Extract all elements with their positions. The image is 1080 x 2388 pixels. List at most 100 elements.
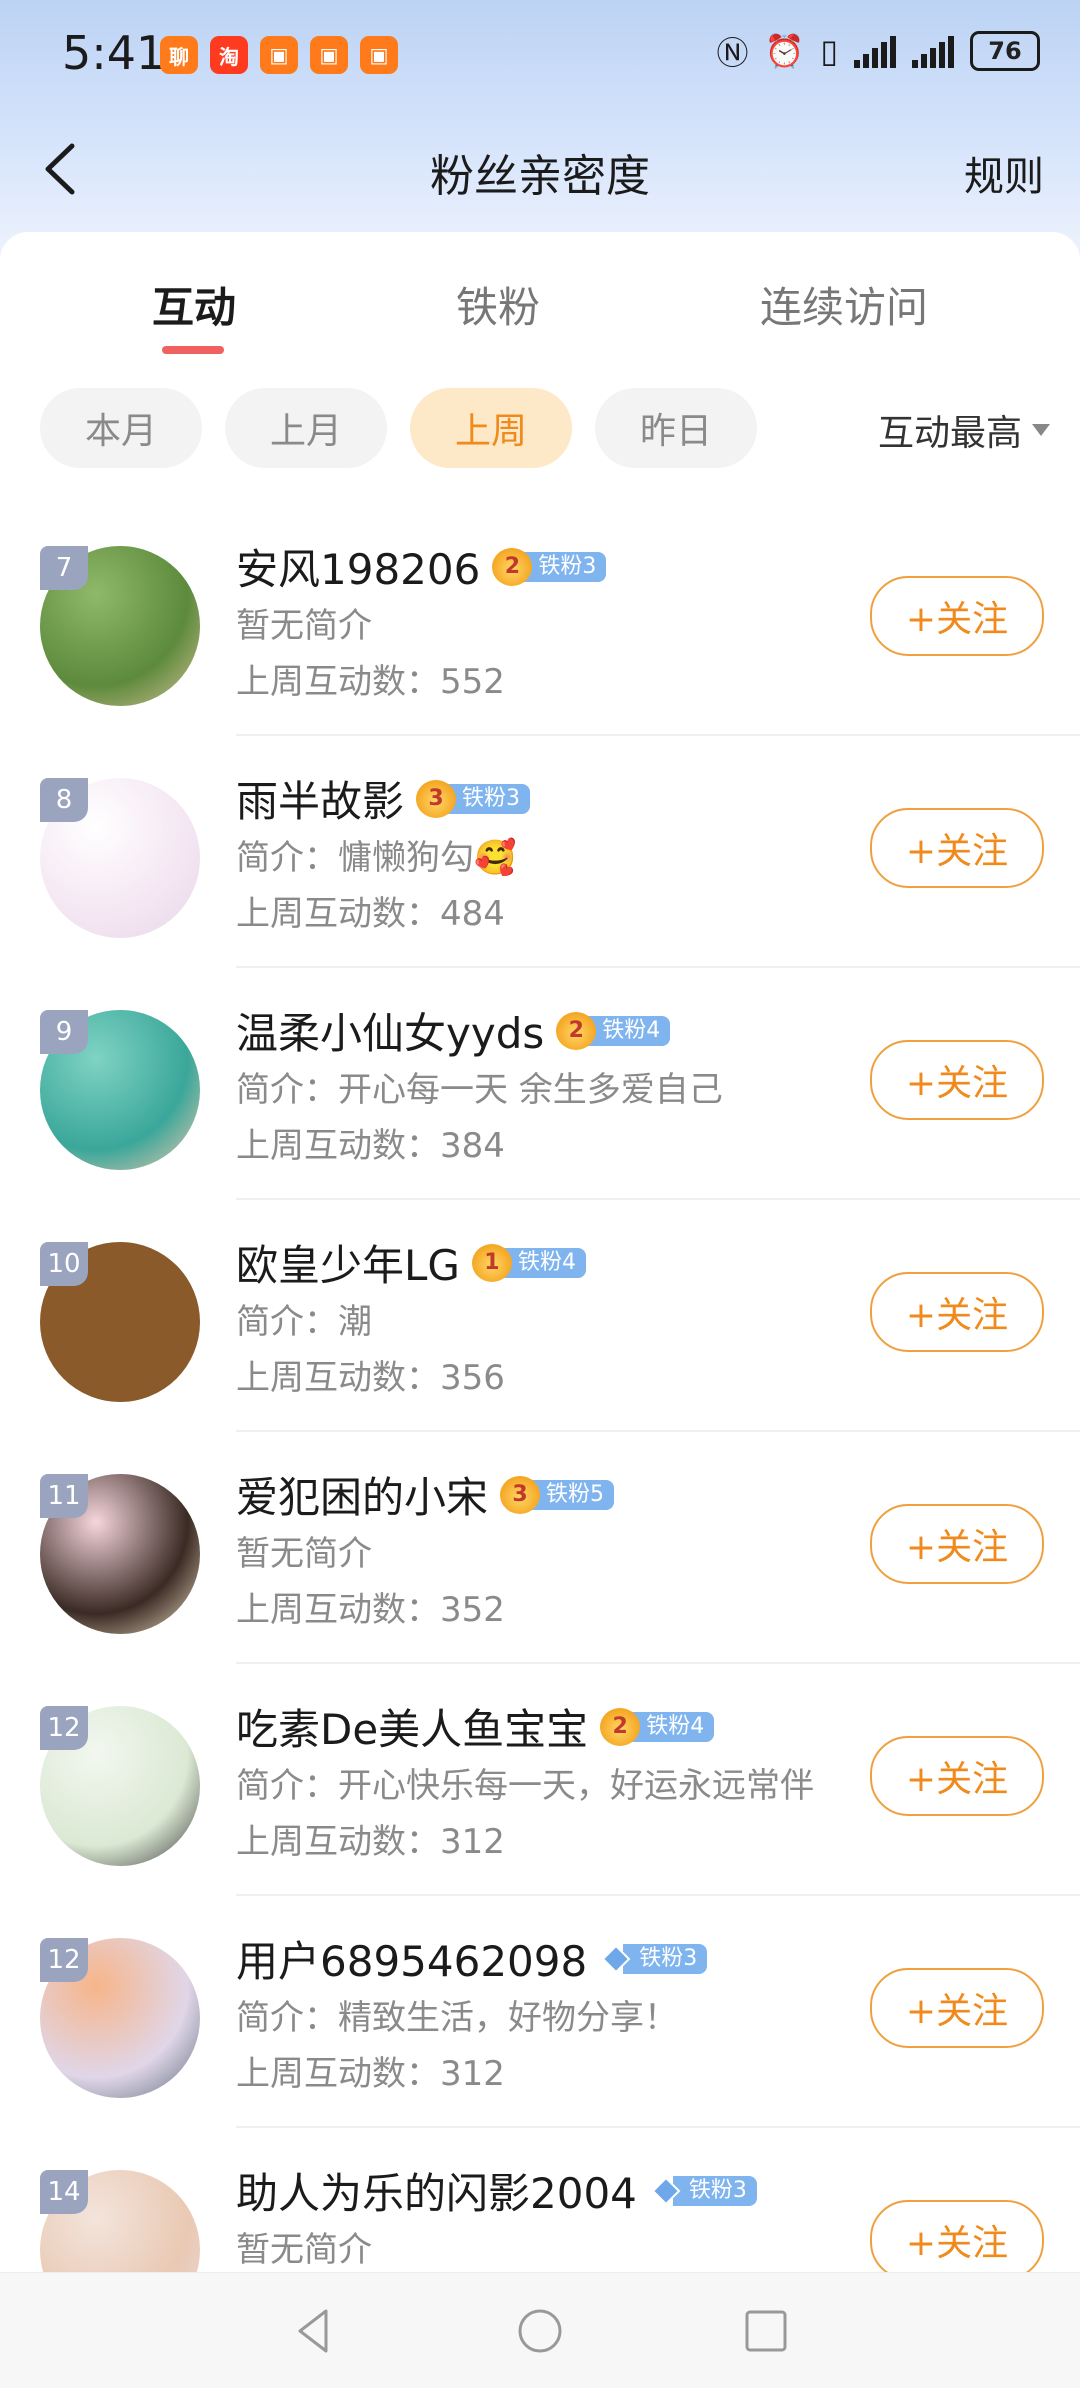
fan-bio: 简介：精致生活，好物分享！ xyxy=(236,1998,678,2038)
interaction-count: 上周互动数：312 xyxy=(236,2054,505,2094)
iron-fan-badge: 铁粉3 xyxy=(599,1940,708,1978)
fan-bio: 简介：开心每一天 余生多爱自己 xyxy=(236,1070,723,1110)
iron-fan-badge: 3 铁粉5 xyxy=(500,1475,615,1514)
follow-button[interactable]: +关注 xyxy=(870,1736,1044,1816)
badge-label: 铁粉3 xyxy=(623,1943,708,1974)
fan-bio: 简介：潮 xyxy=(236,1302,372,1342)
diamond-icon xyxy=(599,1942,633,1976)
crown-icon: 2 xyxy=(556,1011,597,1050)
badge-label: 铁粉4 xyxy=(630,1711,715,1742)
fan-row[interactable]: 11 爱犯困的小宋 3 铁粉5 暂无简介 上周互动数：352 +关注 xyxy=(40,1432,1080,1664)
tab-bar: 互动 铁粉 连续访问 xyxy=(0,232,1080,362)
tab-indicator xyxy=(162,346,224,354)
interaction-count: 上周互动数：312 xyxy=(236,1822,505,1862)
fan-name[interactable]: 安风198206 xyxy=(236,536,480,597)
fan-name-line: 欧皇少年LG 1 铁粉4 xyxy=(236,1232,586,1293)
status-time: 5:41 xyxy=(62,26,166,80)
crown-icon: 3 xyxy=(500,1475,541,1514)
back-triangle-icon[interactable] xyxy=(286,2303,342,2359)
rank-badge: 14 xyxy=(40,2170,88,2214)
fan-row[interactable]: 9 温柔小仙女yyds 2 铁粉4 简介：开心每一天 余生多爱自己 上周互动数：… xyxy=(40,968,1080,1200)
interaction-count: 上周互动数：552 xyxy=(236,662,505,702)
red-packet-icon: ▣ xyxy=(360,36,398,74)
fan-list: 7 安风198206 2 铁粉3 暂无简介 上周互动数：552 +关注 8 雨半… xyxy=(0,504,1080,2360)
page-title: 粉丝亲密度 xyxy=(430,151,650,202)
fan-name-line: 安风198206 2 铁粉3 xyxy=(236,536,607,597)
fan-row[interactable]: 7 安风198206 2 铁粉3 暂无简介 上周互动数：552 +关注 xyxy=(40,504,1080,736)
fan-row[interactable]: 8 雨半故影 3 铁粉3 简介：慵懒狗勾🥰 上周互动数：484 +关注 xyxy=(40,736,1080,968)
chat-app-icon: 聊 xyxy=(160,36,198,74)
iron-fan-badge: 2 铁粉4 xyxy=(600,1707,715,1746)
follow-button[interactable]: +关注 xyxy=(870,1040,1044,1120)
alarm-icon: ⏰ xyxy=(764,32,805,70)
rank-badge: 9 xyxy=(40,1010,88,1054)
fan-name-line: 助人为乐的闪影2004 铁粉3 xyxy=(236,2160,757,2221)
filter-this-month[interactable]: 本月 xyxy=(40,388,202,468)
sort-dropdown[interactable]: 互动最高 xyxy=(878,404,1050,456)
fan-name[interactable]: 用户6895462098 xyxy=(236,1928,587,1989)
fan-name[interactable]: 爱犯困的小宋 xyxy=(236,1464,488,1525)
notification-icons: 聊 淘 ▣ ▣ ▣ xyxy=(160,36,398,74)
fan-row[interactable]: 10 欧皇少年LG 1 铁粉4 简介：潮 上周互动数：356 +关注 xyxy=(40,1200,1080,1432)
time-filter-bar: 本月 上月 上周 昨日 互动最高 xyxy=(40,388,1050,472)
badge-label: 铁粉3 xyxy=(672,2175,757,2206)
signal-icon xyxy=(854,34,896,68)
follow-button[interactable]: +关注 xyxy=(870,1968,1044,2048)
badge-label: 铁粉4 xyxy=(586,1015,671,1046)
filter-last-week[interactable]: 上周 xyxy=(410,388,572,468)
rank-badge: 8 xyxy=(40,778,88,822)
fan-bio: 暂无简介 xyxy=(236,1534,372,1574)
follow-button[interactable]: +关注 xyxy=(870,1504,1044,1584)
crown-icon: 3 xyxy=(416,779,457,818)
iron-fan-badge: 1 铁粉4 xyxy=(471,1243,586,1282)
fan-row[interactable]: 12 用户6895462098 铁粉3 简介：精致生活，好物分享！ 上周互动数：… xyxy=(40,1896,1080,2128)
rank-badge: 7 xyxy=(40,546,88,590)
interaction-count: 上周互动数：356 xyxy=(236,1358,505,1398)
fan-name[interactable]: 助人为乐的闪影2004 xyxy=(236,2160,637,2221)
follow-button[interactable]: +关注 xyxy=(870,808,1044,888)
sort-label: 互动最高 xyxy=(877,413,1022,454)
tab-interaction[interactable]: 互动 xyxy=(152,274,236,335)
tab-iron-fans[interactable]: 铁粉 xyxy=(456,274,540,335)
battery-icon: 76 xyxy=(970,31,1040,71)
badge-label: 铁粉3 xyxy=(446,783,531,814)
iron-fan-badge: 2 铁粉3 xyxy=(492,547,607,586)
main-content: 互动 铁粉 连续访问 本月 上月 上周 昨日 互动最高 7 安风198206 2… xyxy=(0,232,1080,2360)
filter-yesterday[interactable]: 昨日 xyxy=(595,388,757,468)
iron-fan-badge: 2 铁粉4 xyxy=(556,1011,671,1050)
fan-bio: 暂无简介 xyxy=(236,2230,372,2270)
fan-bio: 简介：开心快乐每一天，好运永远常伴 xyxy=(236,1766,814,1806)
crown-icon: 2 xyxy=(600,1707,641,1746)
fan-row[interactable]: 12 吃素De美人鱼宝宝 2 铁粉4 简介：开心快乐每一天，好运永远常伴 上周互… xyxy=(40,1664,1080,1896)
rank-badge: 12 xyxy=(40,1706,88,1750)
fan-name[interactable]: 温柔小仙女yyds xyxy=(236,1000,544,1061)
recents-square-icon[interactable] xyxy=(738,2303,794,2359)
interaction-count: 上周互动数：484 xyxy=(236,894,505,934)
fan-name[interactable]: 欧皇少年LG xyxy=(236,1232,460,1293)
badge-label: 铁粉4 xyxy=(501,1247,586,1278)
nfc-icon: Ⓝ xyxy=(716,34,749,72)
iron-fan-badge: 铁粉3 xyxy=(649,2172,757,2210)
badge-label: 铁粉5 xyxy=(530,1479,615,1510)
fan-name[interactable]: 吃素De美人鱼宝宝 xyxy=(236,1696,588,1757)
follow-button[interactable]: +关注 xyxy=(870,1272,1044,1352)
fan-name-line: 用户6895462098 铁粉3 xyxy=(236,1928,708,1989)
interaction-count: 上周互动数：352 xyxy=(236,1590,505,1630)
fan-bio: 暂无简介 xyxy=(236,606,372,646)
fan-name-line: 温柔小仙女yyds 2 铁粉4 xyxy=(236,1000,671,1061)
fan-name-line: 爱犯困的小宋 3 铁粉5 xyxy=(236,1464,615,1525)
red-packet-icon: ▣ xyxy=(260,36,298,74)
crown-icon: 1 xyxy=(471,1243,512,1282)
system-navigation-bar xyxy=(0,2272,1080,2388)
navigation-bar: 粉丝亲密度 规则 xyxy=(0,110,1080,230)
follow-button[interactable]: +关注 xyxy=(870,2200,1044,2280)
follow-button[interactable]: +关注 xyxy=(870,576,1044,656)
fan-name-line: 雨半故影 3 铁粉3 xyxy=(236,768,531,829)
rules-link[interactable]: 规则 xyxy=(964,144,1044,202)
rank-badge: 11 xyxy=(40,1474,88,1518)
fan-name[interactable]: 雨半故影 xyxy=(236,768,404,829)
home-circle-icon[interactable] xyxy=(512,2303,568,2359)
filter-last-month[interactable]: 上月 xyxy=(225,388,387,468)
tab-consecutive-visits[interactable]: 连续访问 xyxy=(760,274,928,335)
rank-badge: 12 xyxy=(40,1938,88,1982)
